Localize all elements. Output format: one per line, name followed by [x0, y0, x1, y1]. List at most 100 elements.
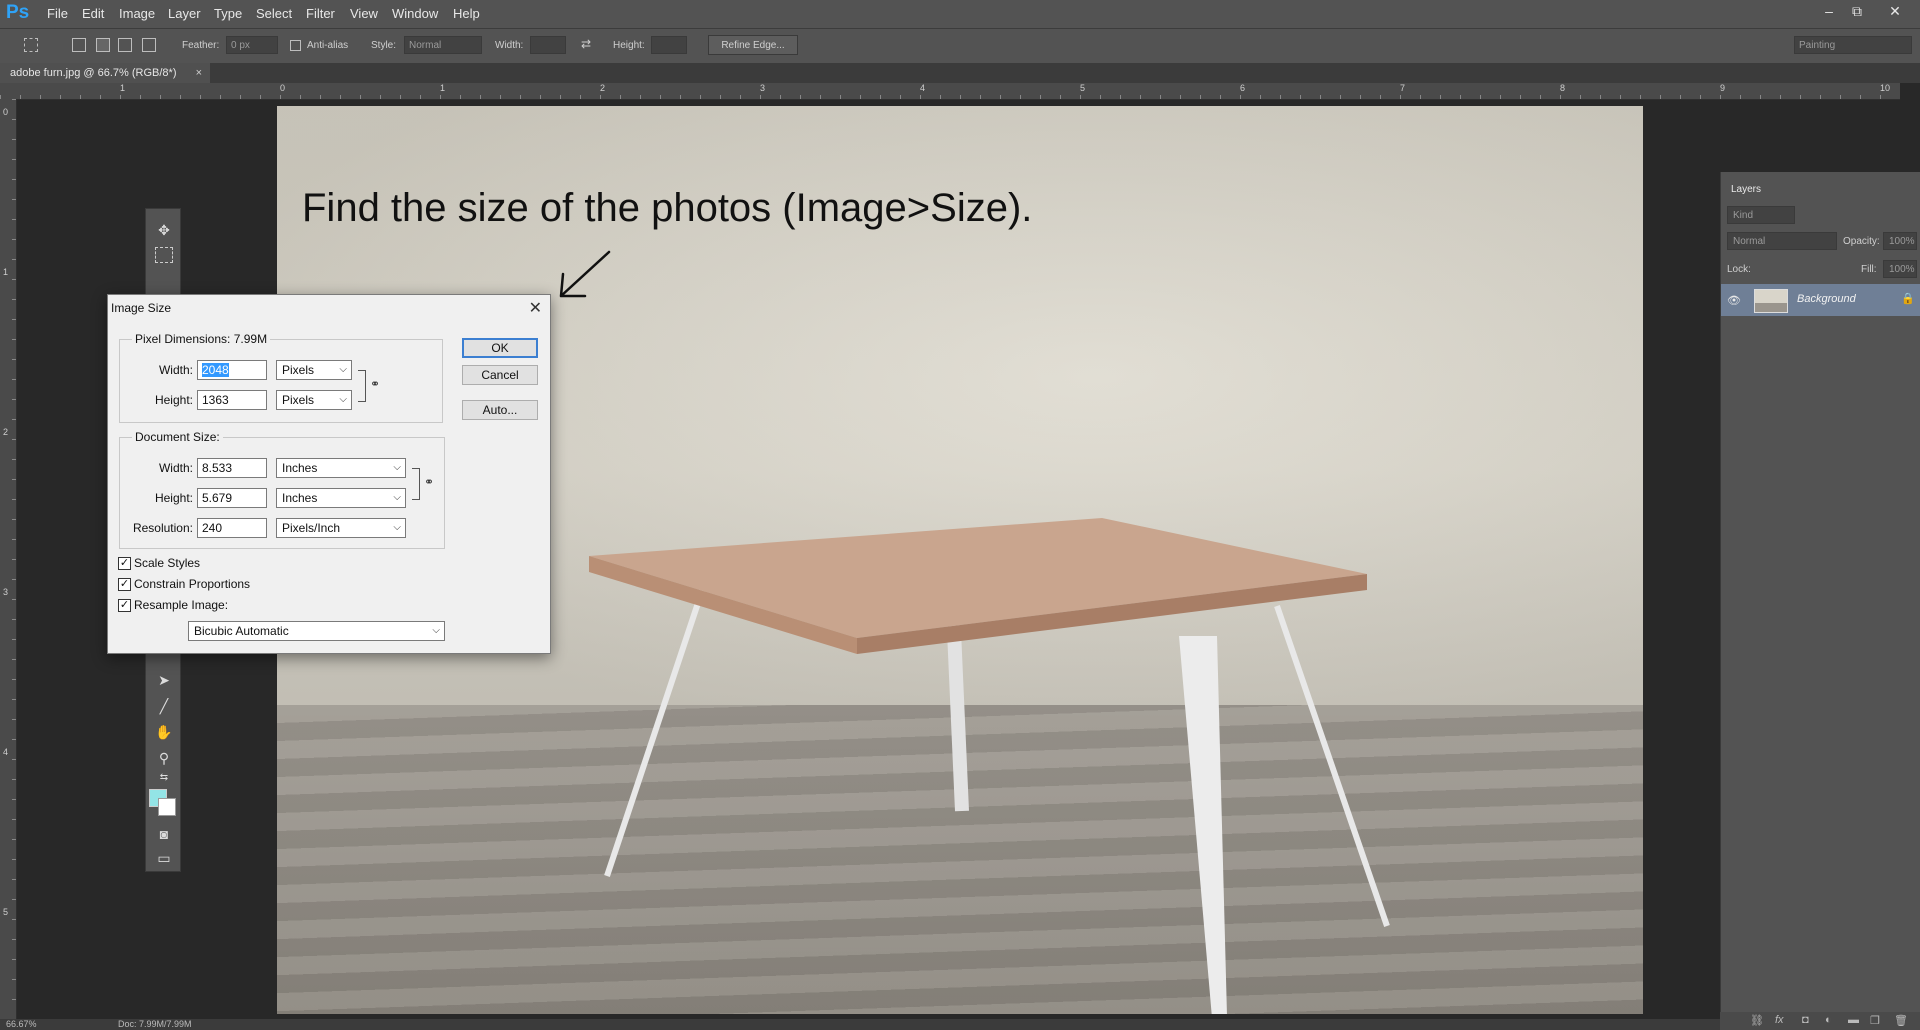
visibility-eye-icon[interactable]: 👁 [1727, 294, 1741, 307]
move-tool-icon[interactable]: ✥ [155, 221, 173, 239]
refine-edge-button[interactable]: Refine Edge... [708, 35, 798, 55]
document-tab[interactable]: adobe furn.jpg @ 66.7% (RGB/8*) × [0, 63, 210, 83]
chain-link-icon: ⚭ [424, 475, 435, 489]
doc-height-input[interactable]: 5.679 [197, 488, 267, 508]
ruler-tick-label: 6 [1240, 83, 1246, 93]
auto-button[interactable]: Auto... [462, 400, 538, 420]
workspace-select[interactable]: Painting [1794, 36, 1912, 54]
menu-type[interactable]: Type [214, 6, 242, 21]
menu-select[interactable]: Select [256, 6, 292, 21]
document-tab-strip: adobe furn.jpg @ 66.7% (RGB/8*) × [0, 63, 1920, 83]
menu-window[interactable]: Window [392, 6, 438, 21]
hand-tool-icon[interactable]: ✋ [155, 723, 173, 741]
adjustment-layer-icon[interactable]: ◐ [1825, 1014, 1832, 1026]
new-group-icon[interactable]: ▬ [1848, 1014, 1859, 1026]
close-tab-icon[interactable]: × [196, 63, 202, 83]
resolution-unit-select[interactable]: Pixels/Inch ⌵ [276, 518, 406, 538]
ruler-tick-label: 10 [1880, 83, 1891, 93]
document-tab-title: adobe furn.jpg @ 66.7% (RGB/8*) [10, 67, 177, 79]
menu-file[interactable]: File [47, 6, 68, 21]
intersect-selection-icon[interactable] [142, 38, 156, 52]
ruler-tick-label: 9 [1720, 83, 1726, 93]
resample-image-checkbox[interactable]: ✓ [118, 599, 131, 612]
kind-filter-select[interactable]: Kind [1727, 206, 1795, 224]
line-tool-icon[interactable]: ╱ [155, 697, 173, 715]
add-selection-icon[interactable] [96, 38, 110, 52]
menu-view[interactable]: View [350, 6, 378, 21]
ruler-tick-label: 1 [3, 267, 9, 277]
ruler-tick-label: 3 [760, 83, 766, 93]
zoom-level[interactable]: 66.67% [6, 1019, 37, 1029]
opacity-label: Opacity: [1843, 236, 1880, 247]
height-label: Height: [613, 40, 645, 51]
resolution-label: Resolution: [132, 521, 193, 535]
ruler-tick-label: 3 [3, 587, 9, 597]
menu-help[interactable]: Help [453, 6, 480, 21]
background-color-swatch[interactable] [158, 798, 176, 816]
resample-method-select[interactable]: Bicubic Automatic ⌵ [188, 621, 445, 641]
doc-height-unit-select[interactable]: Inches ⌵ [276, 488, 406, 508]
opacity-input[interactable]: 100% [1883, 232, 1917, 250]
ruler-tick-label: 1 [440, 83, 446, 93]
ok-button[interactable]: OK [462, 338, 538, 358]
width-input[interactable] [530, 36, 566, 54]
swap-colors-icon[interactable]: ⇆ [155, 769, 173, 787]
screen-mode-icon[interactable]: ▭ [155, 849, 173, 867]
cancel-button[interactable]: Cancel [462, 365, 538, 385]
layers-tab[interactable]: Layers [1725, 182, 1768, 197]
options-bar: Feather: 0 px Anti-alias Style: Normal W… [0, 28, 1920, 63]
quick-mask-icon[interactable]: ◙ [155, 825, 173, 843]
marquee-tool-icon[interactable] [155, 247, 173, 263]
menu-edit[interactable]: Edit [82, 6, 104, 21]
menu-filter[interactable]: Filter [306, 6, 335, 21]
vertical-ruler: 0 1 2 3 4 5 [0, 99, 17, 1019]
new-layer-icon[interactable]: ❐ [1870, 1014, 1880, 1027]
marquee-tool-icon[interactable] [24, 38, 38, 52]
chain-link-icon: ⚭ [370, 377, 381, 391]
feather-label: Feather: [182, 40, 220, 51]
layer-thumbnail [1754, 289, 1788, 313]
fill-input[interactable]: 100% [1883, 260, 1917, 278]
resolution-input[interactable]: 240 [197, 518, 267, 538]
horizontal-ruler: 1 0 1 2 3 4 5 6 7 8 9 10 [0, 83, 1900, 100]
photoshop-logo: Ps [6, 2, 30, 23]
subtract-selection-icon[interactable] [118, 38, 132, 52]
doc-width-unit-select[interactable]: Inches ⌵ [276, 458, 406, 478]
dialog-title: Image Size [111, 301, 172, 315]
pixel-dimensions-label: Pixel Dimensions: 7.99M [132, 332, 271, 346]
link-layers-icon[interactable]: ⛓ [1750, 1014, 1764, 1027]
menu-bar: Ps File Edit Image Layer Type Select Fil… [0, 0, 1920, 28]
minimize-button[interactable]: – [1818, 3, 1840, 21]
layer-row-background[interactable]: 👁 Background 🔒 [1721, 284, 1920, 316]
px-height-label: Height: [154, 393, 193, 407]
px-width-unit-select[interactable]: Pixels ⌵ [276, 360, 352, 380]
menu-layer[interactable]: Layer [168, 6, 201, 21]
link-bracket [412, 468, 420, 500]
style-select[interactable]: Normal [404, 36, 482, 54]
constrain-proportions-checkbox[interactable]: ✓ [118, 578, 131, 591]
scale-styles-checkbox[interactable]: ✓ [118, 557, 131, 570]
px-width-input[interactable]: 2048 [197, 360, 267, 380]
menu-image[interactable]: Image [119, 6, 155, 21]
feather-input[interactable]: 0 px [226, 36, 278, 54]
path-selection-icon[interactable]: ➤ [155, 671, 173, 689]
resample-image-label: Resample Image: [134, 598, 229, 612]
restore-button[interactable]: ⧉ [1846, 3, 1868, 21]
new-selection-icon[interactable] [72, 38, 86, 52]
antialias-checkbox[interactable] [290, 40, 301, 51]
delete-layer-icon[interactable]: 🗑 [1894, 1014, 1908, 1027]
dialog-close-icon[interactable]: ✕ [529, 298, 542, 318]
doc-width-input[interactable]: 8.533 [197, 458, 267, 478]
fx-icon[interactable]: fx [1775, 1014, 1784, 1026]
swap-icon[interactable]: ⇄ [581, 37, 591, 51]
add-mask-icon[interactable]: ◘ [1802, 1014, 1809, 1026]
blend-mode-select[interactable]: Normal [1727, 232, 1837, 250]
close-window-button[interactable]: ✕ [1884, 3, 1906, 21]
zoom-tool-icon[interactable]: ⚲ [155, 749, 173, 767]
ruler-tick-label: 4 [3, 747, 9, 757]
width-label: Width: [495, 40, 524, 51]
px-height-input[interactable]: 1363 [197, 390, 267, 410]
height-input[interactable] [651, 36, 687, 54]
px-height-unit-select[interactable]: Pixels ⌵ [276, 390, 352, 410]
image-size-dialog: Image Size ✕ Pixel Dimensions: 7.99M Wid… [107, 294, 551, 654]
